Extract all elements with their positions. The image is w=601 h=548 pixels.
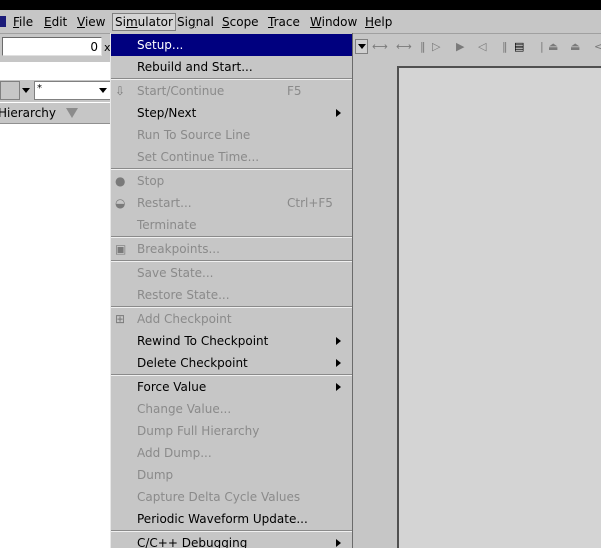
menu-item-label: Rebuild and Start...: [137, 60, 253, 74]
menu-item-label: Setup...: [137, 38, 184, 52]
menu-item-dump[interactable]: Dump: [111, 464, 352, 486]
menu-item-dump-full-hierarchy[interactable]: Dump Full Hierarchy: [111, 420, 352, 442]
goto-next-edge-icon[interactable]: ▶: [456, 38, 464, 56]
menu-item-label: Set Continue Time...: [137, 150, 260, 164]
chevron-down-icon[interactable]: [21, 82, 32, 99]
collapse-up-icon[interactable]: ⏏: [548, 38, 558, 56]
menu-item-restore-state[interactable]: Restore State...: [111, 284, 352, 306]
menu-item-label: Step/Next: [137, 106, 197, 120]
goto-marker-icon[interactable]: ◁: [478, 38, 486, 56]
menu-item-run-to-source-line[interactable]: Run To Source Line: [111, 124, 352, 146]
scope-combo[interactable]: [0, 81, 20, 100]
menu-item-delete-checkpoint[interactable]: Delete Checkpoint: [111, 352, 352, 374]
menu-edit[interactable]: Edit: [42, 14, 69, 30]
filter-row: *: [0, 80, 111, 102]
menu-item-save-state[interactable]: Save State...: [111, 262, 352, 284]
submenu-arrow-icon: [336, 359, 341, 367]
menu-item-label: C/C++ Debugging: [137, 536, 248, 548]
goto-prev-edge-icon[interactable]: ▷: [432, 38, 440, 56]
menu-item-c-c-debugging[interactable]: C/C++ Debugging: [111, 532, 352, 548]
simulator-menu-dropdown: Setup... Rebuild and Start... ⇩ Start/Conti…: [110, 33, 353, 548]
menu-item-rebuild-and-start[interactable]: Rebuild and Start...: [111, 56, 352, 78]
menu-item-step-next[interactable]: Step/Next: [111, 102, 352, 124]
menu-item-label: Run To Source Line: [137, 128, 251, 142]
menu-item-label: Delete Checkpoint: [137, 356, 248, 370]
checkpoint-icon: ⊞: [115, 312, 126, 326]
down-arrow-icon: ⇩: [115, 84, 126, 98]
menu-item-set-continue-time[interactable]: Set Continue Time...: [111, 146, 352, 168]
app-menu-icon[interactable]: [0, 16, 6, 27]
toolbar-separator-icon: ‖: [420, 40, 426, 53]
menu-item-label: Capture Delta Cycle Values: [137, 490, 301, 504]
breakpoint-icon: ▣: [115, 242, 127, 256]
hierarchy-pane: * Hierarchy: [0, 62, 111, 548]
submenu-arrow-icon: [336, 539, 341, 547]
sort-triangle-icon[interactable]: [66, 108, 78, 118]
menu-help[interactable]: Help: [363, 14, 394, 30]
menu-item-label: Start/Continue: [137, 84, 225, 98]
menu-file[interactable]: File: [11, 14, 35, 30]
document-icon[interactable]: ▤: [514, 38, 524, 56]
menu-view[interactable]: View: [75, 14, 107, 30]
menu-item-add-checkpoint[interactable]: ⊞ Add Checkpoint: [111, 308, 352, 330]
submenu-arrow-icon: [336, 337, 341, 345]
restart-icon: ◒: [115, 196, 126, 210]
menu-signal[interactable]: Signal: [175, 14, 216, 30]
waveform-pane: [352, 62, 601, 548]
window-title-bar: [0, 0, 601, 10]
menu-item-setup[interactable]: Setup...: [111, 34, 352, 56]
expand-up-icon[interactable]: ⏏: [570, 38, 580, 56]
stop-circle-icon: ●: [115, 174, 126, 188]
zoom-fit-icon[interactable]: ⟷: [396, 38, 412, 56]
submenu-arrow-icon: [336, 109, 341, 117]
menu-item-start-continue[interactable]: ⇩ Start/Continue F5: [111, 80, 352, 102]
menu-item-label: Restart...: [137, 196, 192, 210]
menu-item-terminate[interactable]: Terminate: [111, 214, 352, 236]
menu-scope[interactable]: Scope: [220, 14, 261, 30]
menu-item-restart[interactable]: ◒ Restart... Ctrl+F5: [111, 192, 352, 214]
menu-item-label: Dump: [137, 468, 174, 482]
menu-item-label: Restore State...: [137, 288, 230, 302]
menu-item-shortcut: Ctrl+F5: [287, 196, 333, 210]
menu-item-shortcut: F5: [287, 84, 302, 98]
back-arrow-icon[interactable]: <: [594, 38, 601, 56]
hierarchy-header[interactable]: Hierarchy: [0, 103, 111, 124]
hierarchy-label: Hierarchy: [0, 106, 57, 120]
menu-item-add-dump[interactable]: Add Dump...: [111, 442, 352, 464]
menu-item-force-value[interactable]: Force Value: [111, 376, 352, 398]
submenu-arrow-icon: [336, 383, 341, 391]
menu-item-label: Dump Full Hierarchy: [137, 424, 260, 438]
menu-item-label: Change Value...: [137, 402, 232, 416]
menu-bar: File Edit View Simulator Signal Scope Tr…: [0, 10, 601, 34]
menu-item-label: Rewind To Checkpoint: [137, 334, 269, 348]
toolbar-separator-icon: ‖: [502, 40, 508, 53]
menu-item-label: Add Checkpoint: [137, 312, 232, 326]
simulation-time-field[interactable]: 0: [2, 37, 102, 56]
menu-item-stop[interactable]: ● Stop: [111, 170, 352, 192]
chevron-down-icon[interactable]: [98, 82, 109, 99]
menu-item-breakpoints[interactable]: ▣ Breakpoints...: [111, 238, 352, 260]
menu-item-label: Breakpoints...: [137, 242, 220, 256]
menu-item-rewind-to-checkpoint[interactable]: Rewind To Checkpoint: [111, 330, 352, 352]
menu-item-label: Stop: [137, 174, 165, 188]
menu-item-capture-delta-cycle-values[interactable]: Capture Delta Cycle Values: [111, 486, 352, 508]
waveform-area[interactable]: [397, 66, 601, 548]
menu-item-periodic-waveform-update[interactable]: Periodic Waveform Update...: [111, 508, 352, 530]
toolbar-separator-icon: |: [540, 40, 544, 53]
menu-trace[interactable]: Trace: [266, 14, 302, 30]
menu-item-label: Force Value: [137, 380, 207, 394]
dropdown-button[interactable]: [355, 39, 368, 54]
menu-item-label: Periodic Waveform Update...: [137, 512, 308, 526]
menu-item-label: Add Dump...: [137, 446, 212, 460]
menu-simulator[interactable]: Simulator: [112, 13, 176, 31]
zoom-range-icon[interactable]: ⟷: [372, 38, 388, 56]
menu-item-label: Terminate: [137, 218, 197, 232]
menu-item-label: Save State...: [137, 266, 214, 280]
menu-window[interactable]: Window: [308, 14, 359, 30]
menu-item-change-value[interactable]: Change Value...: [111, 398, 352, 420]
